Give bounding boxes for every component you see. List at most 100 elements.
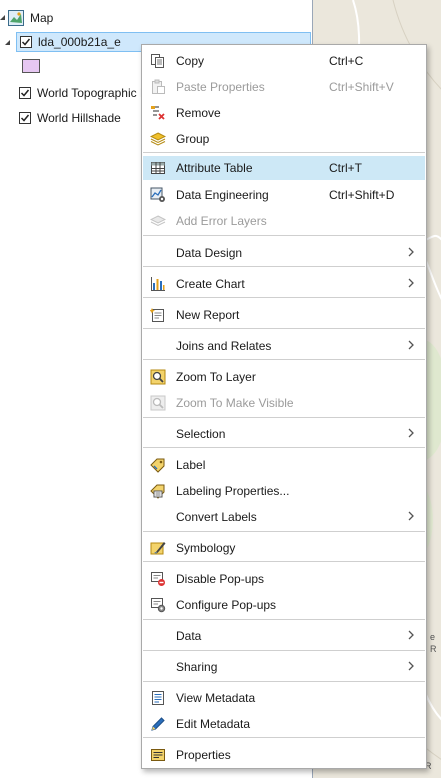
menu-item-label: Data (176, 629, 202, 643)
svg-text:R: R (430, 644, 437, 654)
add-error-layers-icon (150, 215, 166, 227)
map-label: Map (30, 11, 54, 25)
submenu-chevron-icon (408, 511, 414, 521)
layer-visibility-checkbox[interactable] (20, 36, 32, 48)
menu-item-shortcut: Ctrl+Shift+V (329, 80, 394, 94)
menu-separator (143, 447, 425, 448)
menu-item-group[interactable]: Group (143, 127, 425, 151)
label-tag-icon (150, 458, 165, 473)
configure-popups-icon (151, 598, 166, 613)
menu-item-selection[interactable]: Selection (143, 422, 425, 446)
menu-item-label: Labeling Properties... (176, 484, 290, 498)
menu-item-zoom-to-make-visible[interactable]: Zoom To Make Visible (143, 391, 425, 415)
menu-item-sharing[interactable]: Sharing (143, 655, 425, 679)
menu-item-label: Sharing (176, 660, 218, 674)
menu-item-edit-metadata[interactable]: Edit Metadata (143, 712, 425, 736)
menu-item-labeling-properties[interactable]: Labeling Properties... (143, 479, 425, 503)
menu-separator (143, 297, 425, 298)
labeling-properties-icon (150, 484, 165, 499)
layer-context-menu: Copy Ctrl+C Paste Properties Ctrl+Shift+… (141, 44, 427, 769)
menu-item-shortcut: Ctrl+Shift+D (329, 188, 395, 202)
menu-item-label: Selection (176, 427, 226, 441)
menu-item-data[interactable]: Data (143, 624, 425, 648)
submenu-chevron-icon (408, 278, 414, 288)
collapse-triangle-icon[interactable] (0, 14, 6, 22)
menu-separator (143, 152, 425, 153)
menu-item-label: Joins and Relates (176, 339, 272, 353)
layer-label: World Hillshade (37, 111, 121, 125)
menu-item-configure-popups[interactable]: Configure Pop-ups (143, 593, 425, 617)
menu-separator (143, 328, 425, 329)
menu-item-label: Data Engineering (176, 188, 269, 202)
menu-item-symbology[interactable]: Symbology (143, 536, 425, 560)
menu-item-label: Label (176, 458, 206, 472)
menu-item-shortcut: Ctrl+T (329, 161, 362, 175)
menu-item-label[interactable]: Label (143, 453, 425, 477)
menu-item-paste-properties[interactable]: Paste Properties Ctrl+Shift+V (143, 75, 425, 99)
layer-row-world-hillshade[interactable]: World Hillshade (19, 108, 121, 128)
menu-separator (143, 619, 425, 620)
symbology-icon (150, 542, 166, 555)
submenu-chevron-icon (408, 247, 414, 257)
menu-item-label: New Report (176, 308, 240, 322)
layer-label: lda_000b21a_e (38, 35, 121, 49)
menu-item-label: Remove (176, 106, 221, 120)
menu-separator (143, 737, 425, 738)
menu-item-data-design[interactable]: Data Design (143, 241, 425, 265)
menu-item-add-error-layers[interactable]: Add Error Layers (143, 209, 425, 233)
menu-separator (143, 650, 425, 651)
remove-layer-icon (151, 106, 165, 120)
disable-popups-icon (151, 572, 165, 586)
svg-text:e: e (430, 632, 435, 642)
menu-item-shortcut: Ctrl+C (329, 54, 364, 68)
data-engineering-icon (150, 187, 165, 202)
zoom-to-layer-icon (150, 369, 166, 385)
submenu-chevron-icon (408, 340, 414, 350)
layer-visibility-checkbox[interactable] (19, 112, 31, 124)
menu-item-copy[interactable]: Copy Ctrl+C (143, 49, 425, 73)
collapse-triangle-icon[interactable] (4, 39, 11, 47)
properties-icon (151, 749, 165, 761)
menu-item-label: Symbology (176, 541, 236, 555)
menu-item-create-chart[interactable]: Create Chart (143, 272, 425, 296)
new-report-icon (150, 308, 164, 322)
menu-item-label: View Metadata (176, 691, 256, 705)
zoom-to-make-visible-icon (150, 395, 166, 411)
menu-item-label: Copy (176, 54, 205, 68)
menu-separator (143, 359, 425, 360)
copy-icon (151, 54, 164, 68)
submenu-chevron-icon (408, 428, 414, 438)
menu-item-label: Zoom To Make Visible (176, 396, 294, 410)
menu-item-convert-labels[interactable]: Convert Labels (143, 505, 425, 529)
menu-item-zoom-to-layer[interactable]: Zoom To Layer (143, 365, 425, 389)
menu-item-disable-popups[interactable]: Disable Pop-ups (143, 567, 425, 591)
menu-item-attribute-table[interactable]: Attribute Table Ctrl+T (143, 156, 425, 180)
bar-chart-icon (151, 277, 165, 291)
menu-separator (143, 561, 425, 562)
submenu-chevron-icon (408, 661, 414, 671)
menu-separator (143, 531, 425, 532)
menu-item-label: Disable Pop-ups (176, 572, 265, 586)
menu-item-label: Configure Pop-ups (176, 598, 277, 612)
menu-item-view-metadata[interactable]: View Metadata (143, 686, 425, 710)
menu-item-new-report[interactable]: New Report (143, 303, 425, 327)
menu-item-joins-and-relates[interactable]: Joins and Relates (143, 334, 425, 358)
menu-item-label: Group (176, 132, 210, 146)
menu-item-label: Create Chart (176, 277, 245, 291)
menu-item-data-engineering[interactable]: Data Engineering Ctrl+Shift+D (143, 183, 425, 207)
menu-item-label: Zoom To Layer (176, 370, 256, 384)
menu-item-label: Properties (176, 748, 231, 762)
paste-icon (152, 79, 165, 94)
menu-item-label: Data Design (176, 246, 243, 260)
polygon-symbol-swatch[interactable] (22, 59, 40, 73)
menu-separator (143, 266, 425, 267)
group-layers-icon (150, 132, 166, 146)
map-icon (8, 10, 24, 26)
table-icon (151, 162, 165, 174)
map-node[interactable]: Map (0, 8, 53, 28)
menu-item-remove[interactable]: Remove (143, 101, 425, 125)
menu-item-label: Attribute Table (176, 161, 253, 175)
menu-item-label: Add Error Layers (176, 214, 267, 228)
menu-item-properties[interactable]: Properties (143, 743, 425, 767)
layer-visibility-checkbox[interactable] (19, 87, 31, 99)
